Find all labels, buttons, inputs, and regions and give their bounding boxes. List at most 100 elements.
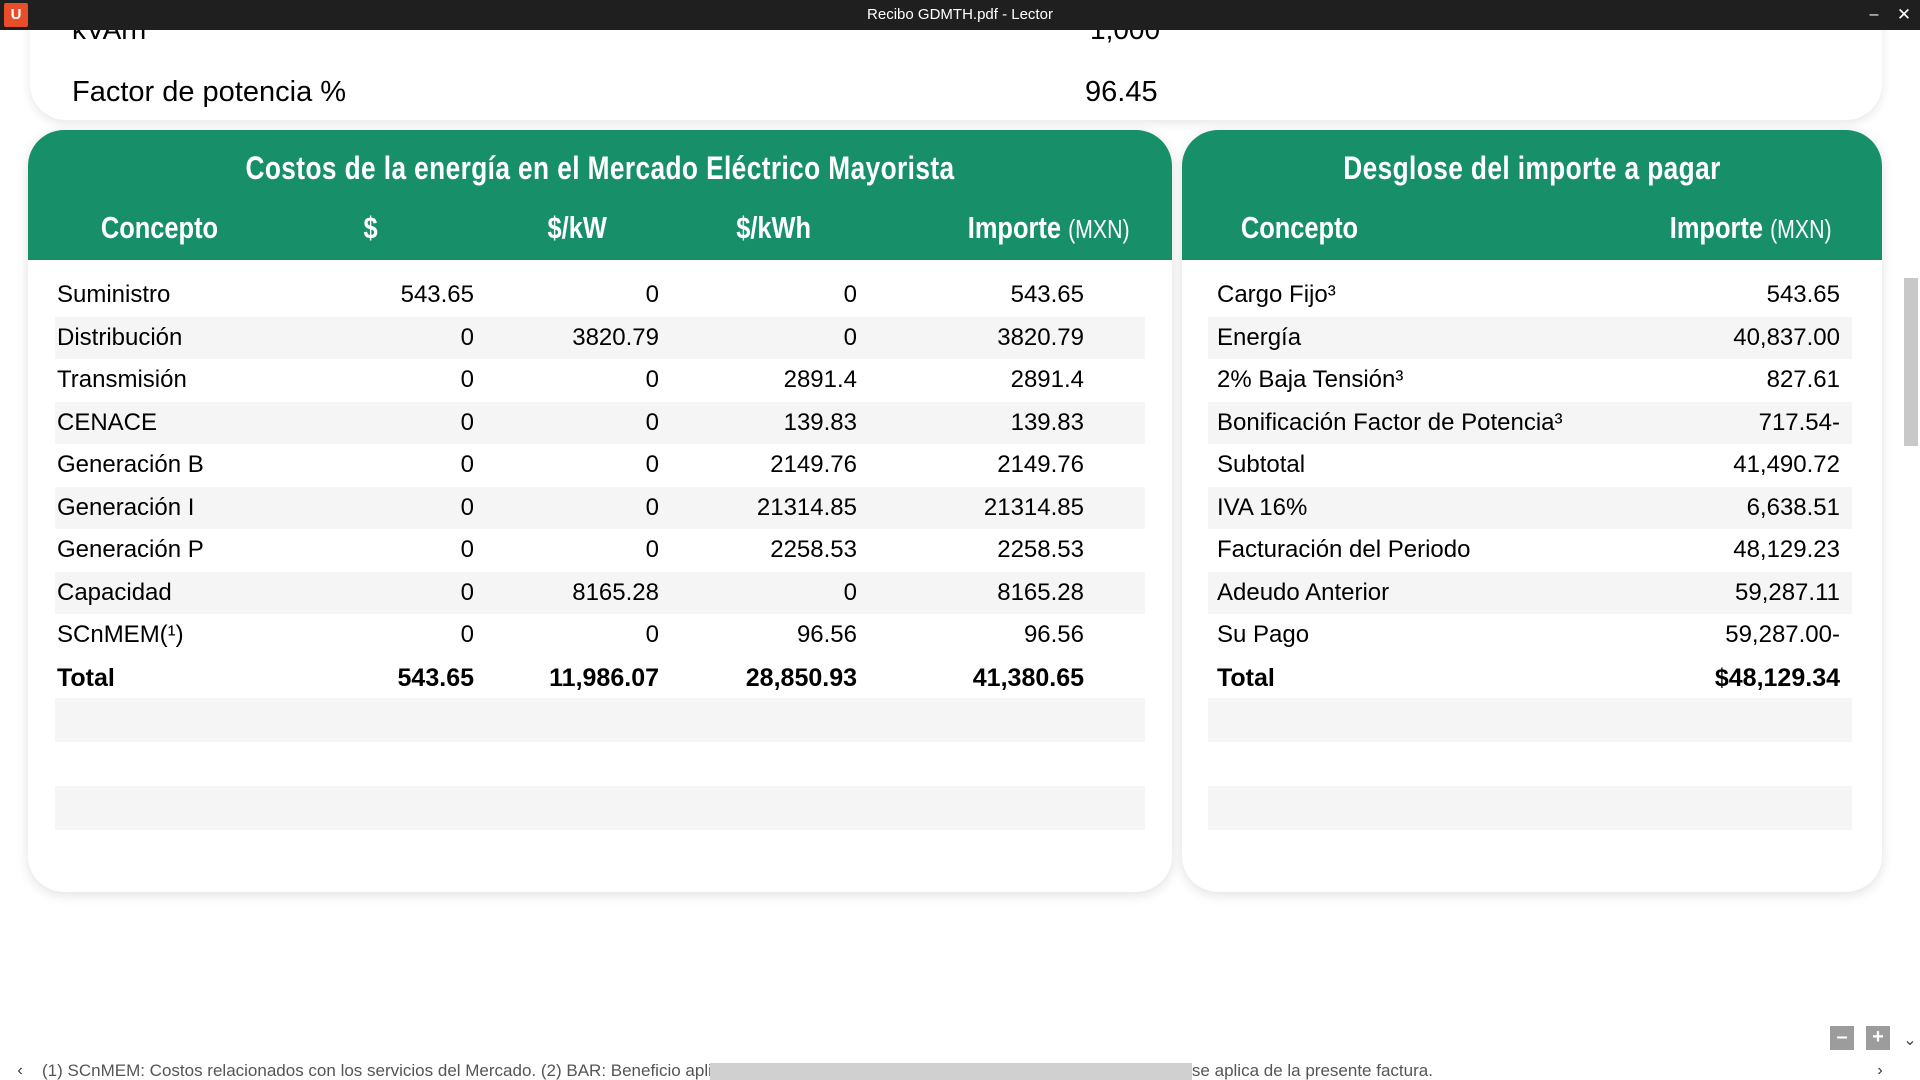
close-button[interactable]: ✕ [1888, 0, 1920, 30]
partial-row-label: kVArh [72, 30, 146, 46]
row-dollar: 0 [460, 366, 474, 393]
total-importe: 41,380.65 [972, 663, 1084, 692]
row-concepto: Facturación del Periodo [1217, 536, 1471, 563]
row-per-kw: 0 [645, 281, 659, 308]
empty-row [55, 698, 1145, 742]
row-per-kw: 0 [645, 408, 659, 436]
row-per-kw: 0 [645, 536, 659, 563]
table-row: Su Pago 59,287.00- [1182, 614, 1882, 657]
total-row: Total $48,129.34 [1182, 657, 1882, 700]
row-per-kw: 0 [645, 366, 659, 393]
payment-breakdown-rows: Cargo Fijo³ 543.65 Energía 40,837.00 2% … [1182, 274, 1882, 699]
row-per-kwh: 96.56 [796, 621, 857, 648]
row-concepto: IVA 16% [1217, 493, 1308, 521]
row-per-kw: 0 [645, 493, 659, 521]
energy-costs-title: Costos de la energía en el Mercado Eléct… [245, 150, 955, 186]
row-concepto: Subtotal [1217, 451, 1306, 478]
row-importe: 827.61 [1766, 366, 1840, 393]
vertical-scrollbar[interactable] [1900, 30, 1920, 1062]
table-row: Bonificación Factor de Potencia³ 717.54- [1182, 401, 1882, 445]
row-concepto: Cargo Fijo³ [1217, 281, 1336, 308]
pdf-reader-window: U Recibo GDMTH.pdf - Lector – ✕ kVArh 1,… [0, 0, 1920, 1080]
row-dollar: 0 [460, 578, 474, 606]
col-head-per-kw: $/kW [547, 210, 607, 245]
total-importe: $48,129.34 [1714, 663, 1840, 692]
zoom-in-button[interactable]: + [1866, 1026, 1890, 1050]
row-dollar: 0 [460, 451, 474, 478]
row-per-kw: 8165.28 [572, 578, 659, 606]
total-per-kwh: 28,850.93 [745, 663, 857, 692]
row-dollar: 543.65 [400, 281, 474, 308]
power-factor-value: 96.45 [1085, 76, 1158, 108]
table-row: Energía 40,837.00 [1182, 316, 1882, 360]
empty-row [1208, 786, 1852, 830]
table-row: Cargo Fijo³ 543.65 [1182, 274, 1882, 317]
window-title: Recibo GDMTH.pdf - Lector [867, 6, 1053, 23]
row-concepto: Adeudo Anterior [1217, 578, 1390, 606]
table-row: Distribución 0 3820.79 0 3820.79 [28, 316, 1172, 360]
row-importe: 21314.85 [983, 493, 1084, 521]
total-per-kw: 11,986.07 [549, 663, 659, 692]
row-concepto: Capacidad [57, 578, 172, 606]
partial-row-value: 1,000 [1090, 30, 1160, 46]
empty-row [55, 786, 1145, 830]
row-concepto: 2% Baja Tensión³ [1217, 366, 1404, 393]
scroll-right-icon[interactable]: › [1870, 1062, 1890, 1080]
row-importe: 6,638.51 [1746, 493, 1840, 521]
row-importe: 41,490.72 [1733, 451, 1840, 478]
row-importe: 48,129.23 [1733, 536, 1840, 563]
row-importe: 717.54- [1758, 408, 1840, 436]
table-row: Generación B 0 0 2149.76 2149.76 [28, 444, 1172, 487]
horizontal-scroll-thumb[interactable] [710, 1063, 1192, 1080]
row-per-kwh: 0 [843, 281, 857, 308]
row-per-kwh: 139.83 [783, 408, 857, 436]
col-head-concepto: Concepto [100, 210, 219, 245]
row-dollar: 0 [460, 323, 474, 351]
power-factor-label: Factor de potencia % [72, 76, 347, 108]
table-row: Capacidad 0 8165.28 0 8165.28 [28, 571, 1172, 615]
total-row: Total 543.65 11,986.07 28,850.93 41,380.… [28, 657, 1172, 700]
row-concepto: Bonificación Factor de Potencia³ [1217, 408, 1563, 436]
table-row: SCnMEM(¹) 0 0 96.56 96.56 [28, 614, 1172, 657]
row-concepto: Generación B [57, 451, 204, 478]
horizontal-scrollbar[interactable]: (1) SCnMEM: Costos relacionados con los … [0, 1062, 1920, 1080]
col-head-importe: Importe (MXN) [967, 210, 1130, 245]
total-dollar: 543.65 [397, 663, 474, 692]
zoom-out-button[interactable]: – [1830, 1026, 1854, 1050]
minimize-button[interactable]: – [1858, 0, 1890, 30]
total-label: Total [1217, 663, 1275, 692]
col-head-dollar: $ [363, 210, 378, 245]
scroll-down-icon[interactable]: ⌄ [1900, 1030, 1920, 1052]
row-importe: 543.65 [1766, 281, 1840, 308]
table-row: Generación I 0 0 21314.85 21314.85 [28, 486, 1172, 530]
row-importe: 3820.79 [997, 323, 1084, 351]
row-per-kwh: 0 [843, 578, 857, 606]
row-importe: 2258.53 [997, 536, 1084, 563]
payment-breakdown-header: Desglose del importe a pagar Concepto Im… [1182, 130, 1882, 260]
row-concepto: Generación I [57, 493, 195, 521]
energy-costs-card: Costos de la energía en el Mercado Eléct… [28, 130, 1172, 892]
row-per-kw: 0 [645, 621, 659, 648]
table-row: Subtotal 41,490.72 [1182, 444, 1882, 487]
row-importe: 8165.28 [997, 578, 1084, 606]
total-label: Total [57, 663, 115, 692]
row-concepto: Distribución [57, 323, 183, 351]
document-viewport[interactable]: kVArh 1,000 Factor de potencia % 96.45 C… [0, 30, 1900, 1062]
col-head-per-kwh: $/kWh [736, 210, 812, 245]
row-per-kwh: 2149.76 [770, 451, 857, 478]
row-concepto: Transmisión [57, 366, 187, 393]
table-row: Facturación del Periodo 48,129.23 [1182, 529, 1882, 572]
row-concepto: Su Pago [1217, 621, 1310, 648]
row-per-kw: 3820.79 [572, 323, 659, 351]
scroll-left-icon[interactable]: ‹ [10, 1062, 30, 1080]
row-concepto: CENACE [57, 408, 158, 436]
table-row: Generación P 0 0 2258.53 2258.53 [28, 529, 1172, 572]
vertical-scroll-thumb[interactable] [1904, 278, 1918, 446]
table-row: Suministro 543.65 0 0 543.65 [28, 274, 1172, 317]
row-dollar: 0 [460, 621, 474, 648]
table-row: Transmisión 0 0 2891.4 2891.4 [28, 359, 1172, 402]
table-row: IVA 16% 6,638.51 [1182, 486, 1882, 530]
row-concepto: Generación P [57, 536, 204, 563]
empty-row [1208, 698, 1852, 742]
col-head-importe: Importe (MXN) [1669, 210, 1832, 245]
